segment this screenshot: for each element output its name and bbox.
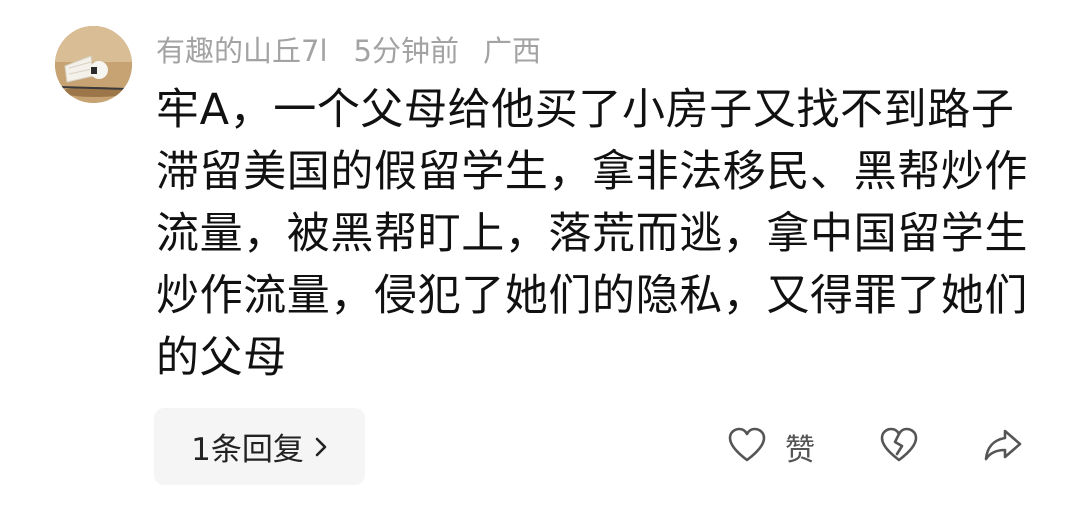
shuttlecock-avatar-image [55,26,132,103]
view-replies-button[interactable]: 1条回复 [154,408,365,485]
replies-label: 1条回复 [191,432,304,468]
heart-outline-icon [727,426,767,468]
chevron-right-icon [314,436,328,458]
like-label: 赞 [785,433,815,468]
like-button[interactable]: 赞 [727,425,815,469]
avatar[interactable] [55,26,132,103]
broken-heart-icon [879,426,919,468]
share-arrow-icon [983,426,1023,468]
comment-text: 牢A，一个父母给他买了小房子又找不到路子滞留美国的假留学生，拿非法移民、黑帮炒作… [156,85,1028,383]
comment-time: 5分钟前 [353,34,459,68]
comment-location: 广西 [482,34,541,68]
share-button[interactable] [983,426,1023,468]
username[interactable]: 有趣的山丘7l [156,28,328,70]
comment-item: 有趣的山丘7l 5分钟前 广西 牢A，一个父母给他买了小房子又找不到路子滞留美国… [0,0,1080,530]
dislike-button[interactable] [879,426,919,468]
comment-meta: 有趣的山丘7l 5分钟前 广西 [156,24,567,74]
